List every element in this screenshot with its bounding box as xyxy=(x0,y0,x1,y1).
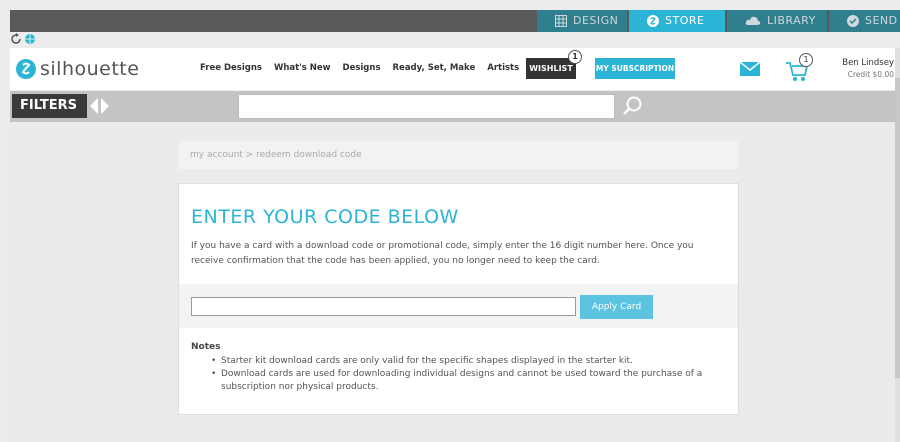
tab-design[interactable]: DESIGN xyxy=(537,10,627,32)
tab-store[interactable]: STORE xyxy=(629,10,725,32)
apply-card-button[interactable]: Apply Card xyxy=(580,295,653,319)
wishlist-label: WISHLIST xyxy=(529,64,573,73)
tab-design-label: DESIGN xyxy=(573,14,619,27)
notes-list: Starter kit download cards are only vali… xyxy=(191,355,731,394)
tab-library-label: LIBRARY xyxy=(767,14,816,27)
scrollbar-thumb[interactable] xyxy=(895,78,900,378)
logo-text: silhouette xyxy=(40,58,140,80)
note-item: Download cards are used for downloading … xyxy=(211,368,731,394)
refresh-controls xyxy=(10,32,50,46)
tab-library[interactable]: LIBRARY xyxy=(727,10,827,32)
tab-send-label: SEND xyxy=(865,14,898,27)
tab-store-label: STORE xyxy=(665,14,705,27)
redeem-description: If you have a card with a download code … xyxy=(191,241,694,266)
code-input[interactable] xyxy=(191,297,576,316)
tab-send[interactable]: SEND xyxy=(829,10,900,32)
code-entry-row: Apply Card xyxy=(179,284,738,328)
search-icon[interactable] xyxy=(622,95,644,117)
check-icon xyxy=(847,15,859,27)
cart-badge: 1 xyxy=(799,53,813,67)
grid-icon xyxy=(555,15,567,27)
nav-designs[interactable]: Designs xyxy=(343,63,381,73)
nav-free-designs[interactable]: Free Designs xyxy=(200,63,262,73)
filter-arrows xyxy=(90,98,109,114)
mail-icon[interactable] xyxy=(740,62,760,76)
globe-icon[interactable] xyxy=(24,33,36,45)
arrow-right-icon[interactable] xyxy=(101,98,109,114)
site-header: silhouette Free Designs What's New Desig… xyxy=(10,48,895,90)
nav-artists[interactable]: Artists xyxy=(487,63,519,73)
wishlist-button[interactable]: WISHLIST 1 xyxy=(526,50,582,79)
main-nav: Free Designs What's New Designs Ready, S… xyxy=(200,63,519,73)
user-credit: Credit $0.00 xyxy=(847,70,894,79)
page-title: ENTER YOUR CODE BELOW xyxy=(191,206,459,228)
notes-section: Notes Starter kit download cards are onl… xyxy=(191,342,731,394)
my-subscription-button[interactable]: MY SUBSCRIPTION xyxy=(595,58,675,79)
filter-bar: FILTERS xyxy=(10,91,895,122)
arrow-left-icon[interactable] xyxy=(90,98,98,114)
nav-whats-new[interactable]: What's New xyxy=(274,63,331,73)
search-input[interactable] xyxy=(238,94,615,119)
store-icon xyxy=(647,15,659,27)
refresh-icon[interactable] xyxy=(10,33,22,45)
notes-title: Notes xyxy=(191,342,221,352)
cloud-icon xyxy=(745,16,761,25)
user-account[interactable]: Ben Lindsey Credit $0.00 xyxy=(832,58,894,80)
silhouette-logo-icon xyxy=(16,59,36,79)
breadcrumb: my account > redeem download code xyxy=(178,141,738,169)
user-name: Ben Lindsey xyxy=(842,58,894,68)
wishlist-badge: 1 xyxy=(568,50,582,64)
cart-button[interactable]: 1 xyxy=(785,53,813,87)
app-topbar: DESIGN STORE LIBRARY SEND xyxy=(10,10,900,32)
silhouette-logo[interactable]: silhouette xyxy=(16,58,139,80)
filters-button[interactable]: FILTERS xyxy=(12,94,87,118)
nav-ready-set-make[interactable]: Ready, Set, Make xyxy=(393,63,476,73)
note-item: Starter kit download cards are only vali… xyxy=(211,355,731,368)
page-scrollbar[interactable] xyxy=(895,48,900,442)
redeem-code-card: ENTER YOUR CODE BELOW If you have a card… xyxy=(178,183,739,415)
